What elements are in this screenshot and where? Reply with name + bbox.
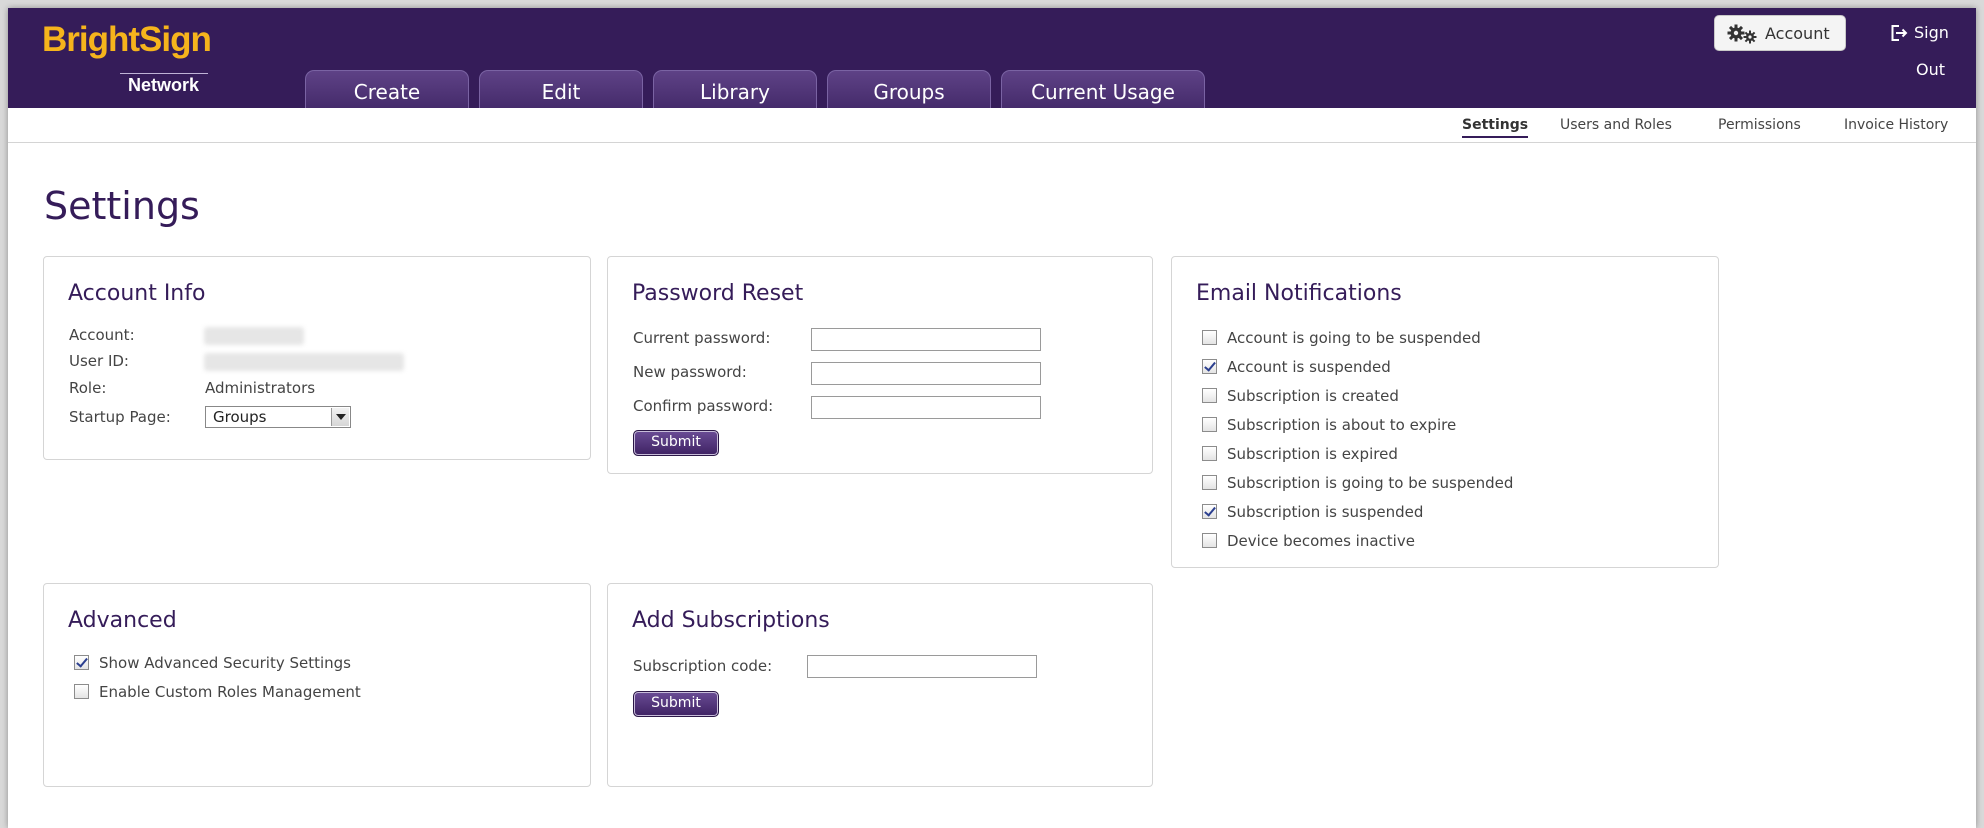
startup-page-label: Startup Page: xyxy=(69,408,171,426)
tab-label: Edit xyxy=(541,80,581,104)
tab-label: Groups xyxy=(873,80,945,104)
role-value: Administrators xyxy=(205,379,316,397)
subscription-code-input[interactable] xyxy=(807,655,1037,678)
confirm-password-input[interactable] xyxy=(811,396,1041,419)
current-password-label: Current password: xyxy=(633,329,771,347)
tab-label: Library xyxy=(700,80,770,104)
notification-checkbox[interactable] xyxy=(1202,388,1217,403)
app-window: BrightSign Network Create Edit Library G… xyxy=(8,8,1976,828)
notification-label: Subscription is about to expire xyxy=(1227,416,1457,434)
account-info-panel: Account Info Account: User ID: Role: Adm… xyxy=(43,256,591,460)
startup-page-value: Groups xyxy=(213,408,267,426)
subscription-code-label: Subscription code: xyxy=(633,657,773,675)
show-advanced-security-checkbox[interactable] xyxy=(74,655,89,670)
logo-divider xyxy=(120,73,208,74)
startup-page-select[interactable]: Groups xyxy=(205,406,351,428)
subnav-permissions[interactable]: Permissions xyxy=(1718,117,1801,133)
panel-title: Password Reset xyxy=(632,281,804,306)
notification-checkbox[interactable] xyxy=(1202,504,1217,519)
notification-label: Account is suspended xyxy=(1227,358,1391,376)
email-notifications-panel: Email Notifications Account is going to … xyxy=(1171,256,1719,568)
tab-library[interactable]: Library xyxy=(653,70,817,108)
signout-label-line2: Out xyxy=(1916,60,1946,79)
subnav-invoice-history[interactable]: Invoice History xyxy=(1844,117,1948,133)
gears-icon xyxy=(1727,24,1757,44)
chevron-down-icon[interactable] xyxy=(331,408,349,426)
password-reset-panel: Password Reset Current password: New pas… xyxy=(607,256,1153,474)
subnav-settings[interactable]: Settings xyxy=(1462,117,1529,138)
notification-checkbox[interactable] xyxy=(1202,475,1217,490)
logo-wordmark: BrightSign xyxy=(42,20,212,59)
brightsign-logo[interactable]: BrightSign Network xyxy=(42,20,212,100)
confirm-password-label: Confirm password: xyxy=(633,397,774,415)
sign-out-icon xyxy=(1891,25,1908,41)
account-label: Account: xyxy=(69,326,135,344)
notification-label: Subscription is going to be suspended xyxy=(1227,474,1514,492)
page-title: Settings xyxy=(44,184,200,228)
notification-label: Subscription is suspended xyxy=(1227,503,1424,521)
notification-label: Account is going to be suspended xyxy=(1227,329,1481,347)
panel-title: Email Notifications xyxy=(1196,281,1402,306)
advanced-panel: Advanced Show Advanced Security Settings… xyxy=(43,583,591,787)
add-subscriptions-panel: Add Subscriptions Subscription code: Sub… xyxy=(607,583,1153,787)
current-password-input[interactable] xyxy=(811,328,1041,351)
password-submit-button[interactable]: Submit xyxy=(633,430,719,456)
panel-title: Account Info xyxy=(68,281,206,306)
new-password-label: New password: xyxy=(633,363,747,381)
notification-label: Subscription is created xyxy=(1227,387,1399,405)
advanced-option-label: Enable Custom Roles Management xyxy=(99,683,361,701)
notification-checkbox[interactable] xyxy=(1202,359,1217,374)
subscription-submit-button[interactable]: Submit xyxy=(633,691,719,717)
enable-custom-roles-checkbox[interactable] xyxy=(74,684,89,699)
panel-title: Advanced xyxy=(68,608,177,633)
tab-label: Current Usage xyxy=(1031,80,1175,104)
user-id-label: User ID: xyxy=(69,352,129,370)
account-value-redacted xyxy=(204,327,304,345)
account-label: Account xyxy=(1765,24,1830,43)
tab-label: Create xyxy=(353,80,421,104)
notification-checkbox[interactable] xyxy=(1202,533,1217,548)
advanced-option-label: Show Advanced Security Settings xyxy=(99,654,351,672)
signout-link[interactable]: Sign Out xyxy=(1882,20,1954,80)
subnav-users-and-roles[interactable]: Users and Roles xyxy=(1560,117,1672,133)
signout-label-line1: Sign xyxy=(1914,23,1949,42)
notification-checkbox[interactable] xyxy=(1202,330,1217,345)
notification-checkbox[interactable] xyxy=(1202,417,1217,432)
user-id-value-redacted xyxy=(204,353,404,371)
tab-edit[interactable]: Edit xyxy=(479,70,643,108)
notification-label: Device becomes inactive xyxy=(1227,532,1415,550)
new-password-input[interactable] xyxy=(811,362,1041,385)
notification-label: Subscription is expired xyxy=(1227,445,1398,463)
notification-checkbox[interactable] xyxy=(1202,446,1217,461)
tab-groups[interactable]: Groups xyxy=(827,70,991,108)
tab-create[interactable]: Create xyxy=(305,70,469,108)
top-header: BrightSign Network Create Edit Library G… xyxy=(8,8,1976,108)
role-label: Role: xyxy=(69,379,107,397)
sub-navigation: Settings Users and Roles Permissions Inv… xyxy=(8,108,1976,143)
logo-subtitle: Network xyxy=(128,75,200,95)
tab-current-usage[interactable]: Current Usage xyxy=(1001,70,1205,108)
panel-title: Add Subscriptions xyxy=(632,608,830,633)
account-button[interactable]: Account xyxy=(1714,15,1846,51)
